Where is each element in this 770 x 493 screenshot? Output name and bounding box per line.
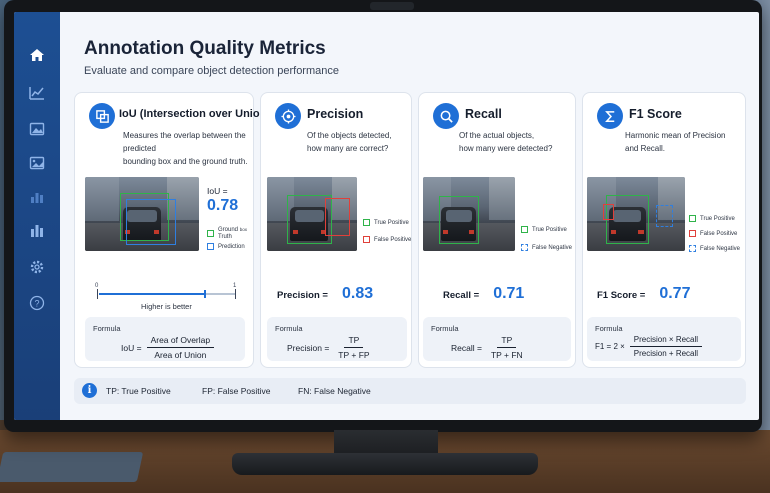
legend-false-positive: False Positive	[363, 236, 411, 243]
bar-chart-icon[interactable]	[28, 188, 46, 206]
formula-label: Formula	[275, 324, 303, 333]
recall-label: Recall =	[443, 290, 480, 301]
f1-formula-box: Formula F1 = 2 × Precision × Recall Preci…	[587, 317, 741, 361]
formula-label: Formula	[431, 324, 459, 333]
legend-ground-truth: Ground box Truth	[207, 226, 247, 241]
iou-scale-marker	[204, 290, 207, 298]
false-negative-box	[655, 205, 674, 228]
recall-card-description: Of the actual objects, how many were det…	[459, 131, 553, 153]
gallery-icon[interactable]	[28, 154, 46, 172]
true-positive-swatch	[689, 215, 696, 222]
prediction-swatch	[207, 243, 214, 250]
iou-label: IoU =	[207, 186, 228, 196]
main-content: Annotation Quality Metrics Evaluate and …	[60, 12, 759, 420]
true-positive-swatch	[521, 226, 528, 233]
target-icon	[275, 103, 301, 129]
legend-false-positive: False Positive	[689, 230, 737, 237]
false-negative-swatch	[521, 244, 528, 251]
true-positive-box	[438, 196, 480, 244]
recall-card[interactable]: Recall Of the actual objects, how many w…	[418, 92, 576, 368]
f1-formula: F1 = 2 × Precision × Recall Precision + R…	[595, 335, 703, 358]
home-icon[interactable]	[28, 46, 46, 64]
help-icon[interactable]: ?	[28, 294, 46, 312]
f1-metric: F1 Score = 0.77	[597, 285, 690, 303]
legend-fn: FN: False Negative	[298, 386, 371, 396]
iou-card-description: Measures the overlap between the predict…	[123, 131, 248, 166]
gear-icon[interactable]	[28, 258, 46, 276]
recall-card-title: Recall	[465, 107, 502, 121]
precision-label: Precision =	[277, 290, 328, 301]
sidebar: ?	[14, 12, 60, 420]
precision-card[interactable]: Precision Of the objects detected, how m…	[260, 92, 412, 368]
false-positive-box	[602, 203, 615, 220]
iou-card[interactable]: IoU (Intersection over Union) Measures t…	[74, 92, 270, 368]
analytics-icon[interactable]	[28, 222, 46, 240]
recall-formula: Recall = TP TP + FN	[451, 335, 523, 360]
legend-tp: TP: True Positive	[106, 386, 171, 396]
line-chart-icon[interactable]	[28, 84, 46, 102]
monitor-stand-base	[232, 453, 538, 475]
recall-example-image	[423, 177, 515, 251]
page-subtitle: Evaluate and compare object detection pe…	[84, 65, 339, 77]
legend-true-positive: True Positive	[689, 215, 735, 222]
formula-label: Formula	[93, 324, 121, 333]
f1-value: 0.77	[659, 285, 691, 302]
f1-card-description: Harmonic mean of Precision and Recall.	[625, 131, 726, 153]
recall-formula-box: Formula Recall = TP TP + FN	[423, 317, 571, 361]
iou-formula-box: Formula IoU = Area of Overlap Area of Uni…	[85, 317, 245, 361]
info-icon: i	[82, 383, 97, 398]
false-positive-swatch	[363, 236, 370, 243]
true-positive-swatch	[363, 219, 370, 226]
false-positive-swatch	[689, 230, 696, 237]
page-title: Annotation Quality Metrics	[84, 38, 326, 59]
iou-formula: IoU = Area of Overlap Area of Union	[121, 335, 215, 360]
prediction-box	[126, 199, 177, 246]
image-icon[interactable]	[28, 120, 46, 138]
iou-value: 0.78	[207, 197, 239, 214]
precision-metric: Precision = 0.83	[277, 285, 373, 303]
ground-truth-swatch	[207, 230, 214, 237]
iou-scale	[99, 290, 235, 298]
monitor: ? Annotation Quality Metrics Evaluate an…	[4, 0, 762, 432]
notebook	[0, 452, 144, 482]
search-icon	[433, 103, 459, 129]
precision-formula: Precision = TP TP + FP	[287, 335, 370, 360]
f1-card-title: F1 Score	[629, 107, 682, 121]
sigma-icon	[597, 103, 623, 129]
f1-example-image	[587, 177, 685, 251]
legend-fp: FP: False Positive	[202, 386, 271, 396]
f1-card[interactable]: F1 Score Harmonic mean of Precision and …	[582, 92, 746, 368]
screen: ? Annotation Quality Metrics Evaluate an…	[14, 12, 759, 420]
iou-example-image	[85, 177, 199, 251]
recall-metric: Recall = 0.71	[443, 285, 524, 303]
recall-value: 0.71	[493, 285, 525, 302]
iou-scale-fill	[99, 293, 206, 295]
false-negative-swatch	[689, 245, 696, 252]
slider-start-tick	[97, 289, 98, 299]
iou-card-title: IoU (Intersection over Union)	[119, 108, 270, 120]
slider-caption: Higher is better	[141, 302, 192, 311]
legend-false-negative: False Negative	[521, 244, 572, 251]
webcam	[370, 2, 414, 10]
false-positive-box	[324, 197, 350, 237]
formula-label: Formula	[595, 324, 623, 333]
legend-prediction: Prediction	[207, 243, 245, 250]
f1-label: F1 Score =	[597, 290, 646, 301]
svg-text:?: ?	[34, 299, 39, 309]
legend-true-positive: True Positive	[521, 226, 567, 233]
overlap-icon	[89, 103, 115, 129]
precision-card-description: Of the objects detected, how many are co…	[307, 131, 392, 153]
precision-example-image	[267, 177, 357, 251]
abbreviation-legend: i TP: True Positive FP: False Positive F…	[74, 378, 746, 404]
precision-card-title: Precision	[307, 107, 364, 121]
precision-value: 0.83	[341, 285, 374, 302]
precision-formula-box: Formula Precision = TP TP + FP	[267, 317, 407, 361]
slider-end-tick	[235, 289, 236, 299]
legend-true-positive: True Positive	[363, 219, 409, 226]
legend-false-negative: False Negative	[689, 245, 740, 252]
